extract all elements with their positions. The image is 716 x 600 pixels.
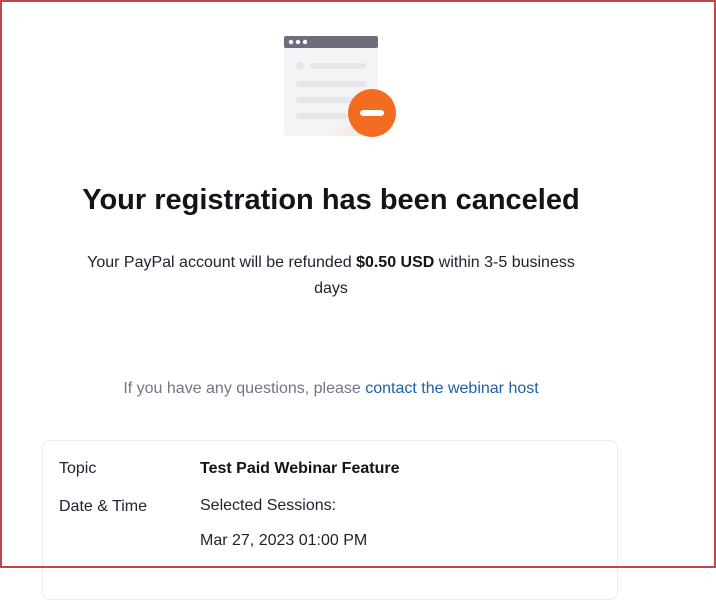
refund-amount: $0.50 USD [356, 254, 435, 271]
topic-value: Test Paid Webinar Feature [200, 460, 400, 477]
questions-text: If you have any questions, please [123, 380, 366, 397]
session-time: Mar 27, 2023 01:00 PM [200, 532, 368, 549]
selected-sessions-label: Selected Sessions: [200, 497, 337, 514]
refund-prefix: Your PayPal account will be refunded [87, 254, 357, 271]
canceled-illustration-icon [280, 30, 402, 143]
questions-message: If you have any questions, please contac… [0, 380, 662, 398]
registration-details-card: Topic Test Paid Webinar Feature Date & T… [42, 440, 618, 600]
contact-host-link[interactable]: contact the webinar host [365, 380, 538, 397]
page-title: Your registration has been canceled [82, 184, 580, 216]
topic-label: Topic [59, 460, 97, 477]
refund-message: Your PayPal account will be refunded $0.… [70, 250, 592, 302]
datetime-label: Date & Time [59, 498, 148, 515]
